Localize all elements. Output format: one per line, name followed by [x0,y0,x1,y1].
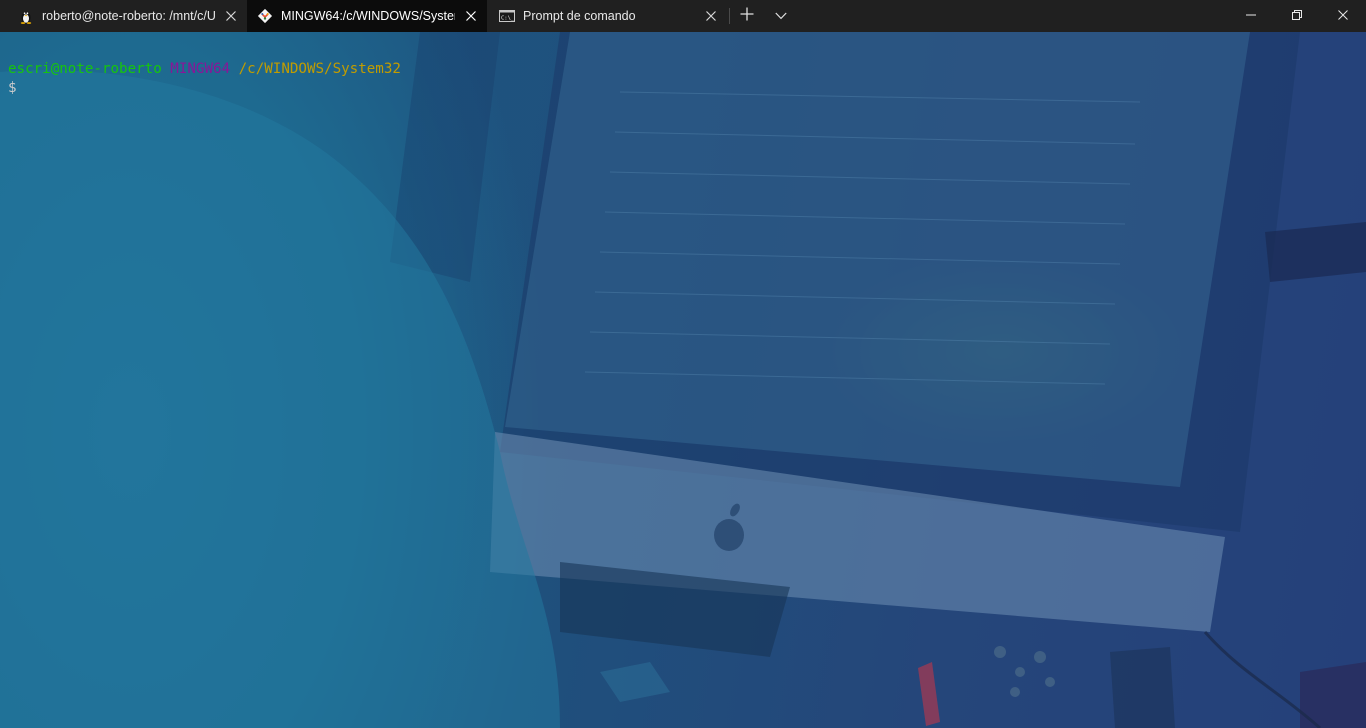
chevron-down-icon [775,7,787,25]
close-tab-icon[interactable] [215,0,247,32]
plus-icon [740,7,754,26]
minimize-button[interactable] [1228,0,1274,32]
new-tab-button[interactable] [730,0,764,32]
cmd-icon: C:\_ [499,8,515,24]
tab-title: Prompt de comando [523,9,636,23]
close-tab-icon[interactable] [695,0,727,32]
tab-cmd[interactable]: C:\_ Prompt de comando [487,0,727,32]
background-image [0,32,1366,728]
profiles-dropdown-button[interactable] [764,0,798,32]
tab-bar: roberto@note-roberto: /mnt/c/Users/escri… [0,0,1366,32]
restore-icon [1292,7,1302,25]
shell-output: escri@note-roberto MINGW64 /c/WINDOWS/Sy… [8,60,401,98]
prompt-path: /c/WINDOWS/System32 [238,61,401,77]
tab-ubuntu[interactable]: roberto@note-roberto: /mnt/c/Users/escri [0,0,247,32]
restore-button[interactable] [1274,0,1320,32]
prompt-host: MINGW64 [170,61,231,77]
tab-title: roberto@note-roberto: /mnt/c/Users/escri [42,9,215,23]
close-tab-icon[interactable] [455,0,487,32]
svg-text:C:\_: C:\_ [501,16,515,22]
tab-title: MINGW64:/c/WINDOWS/System32 [281,9,455,23]
linux-tux-icon [18,8,34,24]
close-window-button[interactable] [1320,0,1366,32]
prompt-symbol: $ [8,80,17,96]
tab-mingw64[interactable]: MINGW64:/c/WINDOWS/System32 [247,0,487,32]
prompt-user: escri@note-roberto [8,61,162,77]
titlebar-drag-area[interactable] [798,0,1228,32]
close-icon [1338,7,1348,25]
terminal-window: roberto@note-roberto: /mnt/c/Users/escri… [0,0,1366,728]
terminal-pane[interactable]: escri@note-roberto MINGW64 /c/WINDOWS/Sy… [0,32,1366,728]
minimize-icon [1246,7,1256,25]
git-icon [257,8,273,24]
